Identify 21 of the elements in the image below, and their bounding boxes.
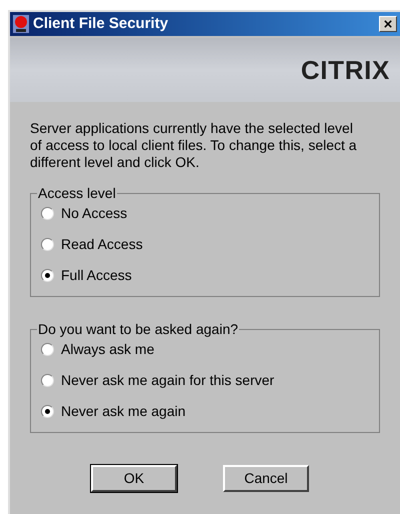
dialog-button[interactable]: OK xyxy=(91,465,177,492)
group-title: Access level xyxy=(37,184,117,203)
option-label: Never ask me again xyxy=(61,402,186,421)
option-label: No Access xyxy=(61,204,128,223)
dialog-button[interactable]: Cancel xyxy=(223,465,309,492)
option-label: Always ask me xyxy=(61,340,154,359)
radio-button[interactable] xyxy=(41,405,54,418)
option-label: Read Access xyxy=(61,235,143,254)
radio-button[interactable] xyxy=(41,238,54,251)
radio-button[interactable] xyxy=(41,207,54,220)
app-icon xyxy=(13,15,29,33)
radio-button[interactable] xyxy=(41,374,54,387)
option-label: Never ask me again for this server xyxy=(61,371,274,390)
radio-button[interactable] xyxy=(41,343,54,356)
window-title: Client File Security xyxy=(33,14,170,34)
option-label: Full Access xyxy=(61,266,132,285)
close-button[interactable]: × xyxy=(379,16,397,32)
message-text: Server applications currently have the selected level of access to local client files. To change this, select a different level and click OK. xyxy=(30,120,358,171)
group-title: Do you want to be asked again? xyxy=(37,320,240,339)
radio-button[interactable] xyxy=(41,269,54,282)
logo: CITRIX xyxy=(300,54,390,84)
